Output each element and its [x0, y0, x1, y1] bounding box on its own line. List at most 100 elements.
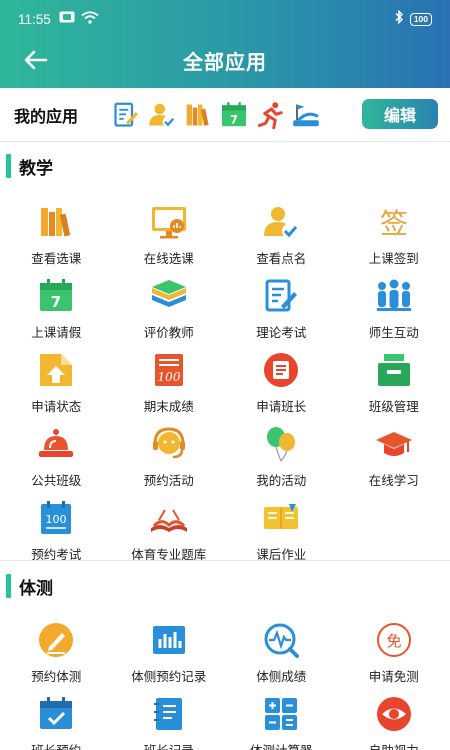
app-item[interactable]: 申请班长 [225, 348, 338, 422]
app-label: 评价教师 [143, 325, 194, 340]
pen-circle-icon [36, 620, 76, 660]
fitness-grid: 预约体测 体侧预约记录 体侧成绩 免 申请免测 班长预约 班长记录 体测计算器 [0, 618, 450, 750]
app-item[interactable]: 课后作业 [225, 496, 338, 570]
books-icon [36, 202, 76, 242]
app-item[interactable]: 我的活动 [225, 422, 338, 496]
app-item[interactable]: 签 上课签到 [338, 200, 450, 274]
user-check-icon [261, 202, 301, 242]
app-label: 申请状态 [31, 399, 82, 414]
app-label: 我的活动 [256, 473, 307, 488]
bar-chart-icon [149, 620, 189, 660]
calendar-7-icon[interactable]: 7 [218, 99, 249, 130]
section-accent-bar [6, 574, 11, 598]
app-label: 班长预约 [31, 740, 81, 750]
svg-text:100: 100 [157, 370, 180, 384]
app-item[interactable]: 自助视力 [338, 692, 450, 750]
back-arrow-icon[interactable] [22, 48, 50, 72]
app-label: 查看点名 [256, 251, 307, 266]
notification-icon [59, 11, 75, 27]
svg-text:免: 免 [386, 632, 401, 650]
message-circle-icon [261, 350, 301, 390]
app-label: 师生互动 [368, 325, 419, 340]
user-check-icon[interactable] [146, 99, 177, 130]
app-item[interactable]: 在线选课 [113, 200, 226, 274]
app-item[interactable]: 班长记录 [113, 692, 226, 750]
calendar-check-icon [36, 694, 76, 734]
app-item[interactable]: 公共班级 [0, 422, 113, 496]
app-item[interactable]: 师生互动 [338, 274, 450, 348]
calendar-100-icon: 100 [36, 498, 76, 538]
app-label: 理论考试 [256, 325, 307, 340]
balloons-icon [261, 424, 301, 464]
app-item[interactable]: 体育专业题库 [113, 496, 226, 570]
edit-button[interactable]: 编辑 [362, 99, 438, 129]
monitor-chart-icon [149, 202, 189, 242]
app-item[interactable]: 班级管理 [338, 348, 450, 422]
my-apps-label: 我的应用 [14, 106, 79, 126]
section-title-fitness: 体测 [0, 572, 450, 600]
app-label: 预约体测 [31, 669, 82, 684]
app-label: 体侧成绩 [256, 669, 307, 684]
sign-character-icon: 签 [374, 202, 414, 242]
edit-doc-icon[interactable] [110, 99, 141, 130]
app-item[interactable]: 查看点名 [225, 200, 338, 274]
app-item[interactable]: 班长预约 [0, 692, 113, 750]
section-heading: 教学 [19, 158, 53, 179]
teaching-grid: 查看选课 在线选课 查看点名 签 上课签到 7 上课请假 评价教师 理论考试 师… [0, 200, 450, 570]
wifi-icon [81, 10, 99, 28]
app-item[interactable]: 100 预约考试 [0, 496, 113, 570]
tray-icon [374, 350, 414, 390]
my-apps-bar: 我的应用 7 编辑 [0, 88, 450, 142]
runner-icon[interactable] [254, 99, 285, 130]
app-item[interactable]: 申请状态 [0, 348, 113, 422]
app-item[interactable]: 体侧预约记录 [113, 618, 226, 692]
app-label: 申请班长 [256, 399, 307, 414]
app-label: 体测计算器 [250, 740, 313, 750]
app-label: 上课请假 [31, 325, 82, 340]
app-item[interactable]: 7 上课请假 [0, 274, 113, 348]
section-title-teaching: 教学 [0, 152, 450, 180]
app-label: 查看选课 [31, 251, 82, 266]
app-label: 预约活动 [143, 473, 194, 488]
app-item[interactable]: 评价教师 [113, 274, 226, 348]
grad-cap-icon [374, 424, 414, 464]
app-item[interactable]: 查看选课 [0, 200, 113, 274]
headset-support-icon [149, 424, 189, 464]
app-label: 上课签到 [368, 251, 419, 266]
pulse-search-icon [261, 620, 301, 660]
bluetooth-icon [394, 9, 404, 28]
books-icon[interactable] [182, 99, 213, 130]
app-label: 在线学习 [368, 473, 419, 488]
battery-indicator: 100 [409, 12, 432, 26]
app-label: 期末成绩 [143, 399, 194, 414]
app-item[interactable]: 预约体测 [0, 618, 113, 692]
eye-icon [374, 694, 414, 734]
svg-text:7: 7 [230, 113, 238, 126]
notebook-icon [261, 498, 301, 538]
svg-text:100: 100 [46, 513, 67, 526]
exempt-badge-icon: 免 [374, 620, 414, 660]
score-100-icon: 100 [149, 350, 189, 390]
app-label: 体侧预约记录 [131, 669, 207, 684]
alarm-bell-icon [36, 424, 76, 464]
page-title: 全部应用 [183, 49, 267, 74]
app-item[interactable]: 免 申请免测 [338, 618, 450, 692]
app-item[interactable]: 体测计算器 [225, 692, 338, 750]
app-item[interactable]: 理论考试 [225, 274, 338, 348]
status-time: 11:55 [18, 11, 51, 27]
calendar-7-icon: 7 [36, 276, 76, 316]
section-heading: 体测 [19, 578, 53, 599]
app-label: 申请免测 [368, 669, 419, 684]
section-divider [0, 560, 450, 561]
notepad-icon [149, 694, 189, 734]
folder-upload-icon [36, 350, 76, 390]
app-item[interactable]: 100 期末成绩 [113, 348, 226, 422]
sprint-flag-icon[interactable] [290, 99, 321, 130]
nav-bar: 全部应用 [0, 38, 450, 82]
app-item[interactable]: 预约活动 [113, 422, 226, 496]
my-apps-icons: 7 [110, 99, 321, 130]
app-item[interactable]: 体侧成绩 [225, 618, 338, 692]
svg-text:签: 签 [380, 207, 408, 240]
app-item[interactable]: 在线学习 [338, 422, 450, 496]
status-bar: 11:55 100 [18, 9, 432, 28]
